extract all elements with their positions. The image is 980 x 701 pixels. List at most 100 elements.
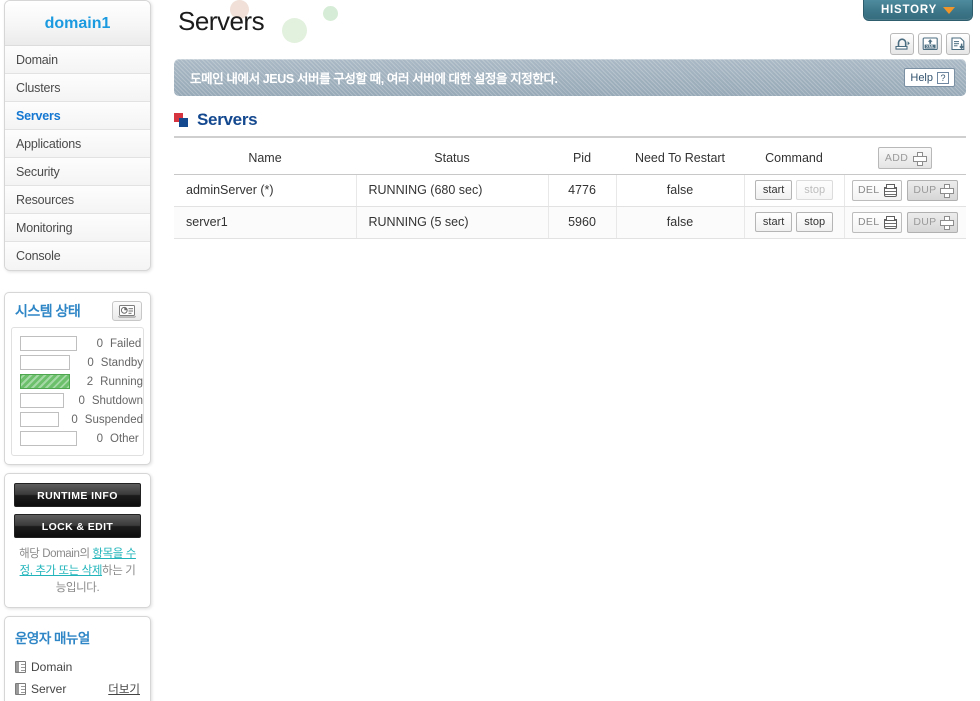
cell-actions: DEL DUP <box>844 174 966 207</box>
status-bar <box>20 412 59 427</box>
sidebar-item-label: Servers <box>16 109 61 123</box>
plus-icon <box>913 151 928 166</box>
nav-list: Domain Clusters Servers Applications Securit… <box>5 46 150 270</box>
cell-actions: DEL DUP <box>844 206 966 239</box>
status-count: 0 <box>78 394 85 407</box>
action-button-group: DEL DUP <box>852 179 959 201</box>
status-bar <box>20 336 77 351</box>
sidebar-item-monitoring[interactable]: Monitoring <box>5 214 150 242</box>
manual-item-server[interactable]: Server 더보기 <box>15 678 140 700</box>
svg-text:XML: XML <box>925 44 934 49</box>
delete-button[interactable]: DEL <box>852 179 903 201</box>
manual-item-label: Server <box>31 682 67 696</box>
status-label: Suspended <box>84 413 143 426</box>
status-row-running: 2 Running <box>12 372 143 391</box>
table-row: adminServer (*) RUNNING (680 sec) 4776 fals… <box>174 174 966 207</box>
table-header-row: Name Status Pid Need To Restart Command … <box>174 142 966 175</box>
status-row-standby: 0 Standby <box>12 353 143 372</box>
cell-status: RUNNING (680 sec) <box>356 174 549 207</box>
status-row-failed: 0 Failed <box>12 334 143 353</box>
status-label: Failed <box>110 337 142 350</box>
status-count: 0 <box>71 413 78 426</box>
status-label: Other <box>110 432 139 445</box>
sidebar-item-label: Resources <box>16 193 74 207</box>
add-button[interactable]: ADD <box>877 146 933 169</box>
sidebar-item-servers[interactable]: Servers <box>5 102 150 130</box>
lock-and-edit-button[interactable]: LOCK & EDIT <box>14 514 141 538</box>
refresh-icon[interactable] <box>890 33 914 55</box>
duplicate-button-label: DUP <box>913 184 937 196</box>
system-status-header: 시스템 상태 <box>5 299 150 327</box>
app-root: domain1 Domain Clusters Servers Application… <box>0 0 980 701</box>
sidebar-item-resources[interactable]: Resources <box>5 186 150 214</box>
domain-title: domain1 <box>5 1 150 46</box>
add-button-label: ADD <box>884 151 909 164</box>
stop-button: stop <box>796 180 834 200</box>
manual-more-link[interactable]: 더보기 <box>108 681 140 697</box>
save-document-icon[interactable] <box>946 33 970 55</box>
sidebar-item-clusters[interactable]: Clusters <box>5 74 150 102</box>
start-button[interactable]: start <box>754 180 793 200</box>
action-description-pre: 해당 Domain의 <box>19 548 93 560</box>
manual-title: 운영자 매뉴얼 <box>15 631 90 646</box>
delete-button-label: DEL <box>858 184 880 196</box>
start-button[interactable]: start <box>754 212 793 232</box>
column-header-name: Name <box>174 142 356 175</box>
status-bar <box>20 431 77 446</box>
help-button[interactable]: Help ? <box>904 68 955 87</box>
sidebar-item-console[interactable]: Console <box>5 242 150 270</box>
column-header-need-to-restart: Need To Restart <box>616 142 744 175</box>
status-count: 2 <box>86 375 94 388</box>
toolbar-icons: XML <box>890 33 970 55</box>
help-label: Help <box>910 71 933 84</box>
document-icon <box>15 683 26 695</box>
column-header-pid: Pid <box>548 142 616 175</box>
column-header-status: Status <box>356 142 548 175</box>
status-count: 0 <box>96 337 103 350</box>
xml-export-icon[interactable]: XML <box>918 33 942 55</box>
system-status-title: 시스템 상태 <box>15 303 81 319</box>
plus-icon <box>940 216 955 230</box>
status-label: Shutdown <box>91 394 143 407</box>
cell-need-to-restart: false <box>616 206 745 239</box>
runtime-info-button[interactable]: RUNTIME INFO <box>14 483 141 507</box>
status-row-other: 0 Other <box>12 429 143 448</box>
cell-command: start stop <box>744 174 845 207</box>
column-header-actions: ADD <box>844 142 966 175</box>
sidebar-item-applications[interactable]: Applications <box>5 130 150 158</box>
cell-server-name: adminServer (*) <box>174 174 357 207</box>
history-button[interactable]: HISTORY <box>863 0 973 21</box>
sidebar-item-security[interactable]: Security <box>5 158 150 186</box>
command-button-group: start stop <box>754 212 834 232</box>
decorative-circle-green-small <box>323 6 338 21</box>
sidebar-item-domain[interactable]: Domain <box>5 46 150 74</box>
navigation-panel: domain1 Domain Clusters Servers Application… <box>4 0 151 271</box>
sidebar-item-label: Security <box>16 165 60 179</box>
cell-need-to-restart: false <box>616 174 745 207</box>
info-banner-text: 도메인 내에서 JEUS 서버를 구성할 때, 여러 서버에 대한 설정을 지정… <box>190 72 558 86</box>
manual-item-label: Domain <box>31 660 73 674</box>
monitor-chart-icon[interactable] <box>112 301 142 321</box>
info-banner: 도메인 내에서 JEUS 서버를 구성할 때, 여러 서버에 대한 설정을 지정… <box>174 59 966 96</box>
status-label: Standby <box>100 356 143 369</box>
status-label: Running <box>100 375 143 388</box>
status-row-suspended: 0 Suspended <box>12 410 143 429</box>
delete-button[interactable]: DEL <box>852 211 903 233</box>
status-bar <box>20 374 70 389</box>
status-count: 0 <box>87 356 94 369</box>
cell-server-name: server1 <box>174 206 357 239</box>
duplicate-button[interactable]: DUP <box>907 211 959 233</box>
sidebar-item-label: Clusters <box>16 81 61 95</box>
command-button-group: start stop <box>754 180 834 200</box>
stop-button[interactable]: stop <box>796 212 834 232</box>
manual-panel: 운영자 매뉴얼 Domain Server 더보기 <box>4 616 151 701</box>
system-status-panel: 시스템 상태 0 Failed 0 Standby 2 Running 0 Shutdown 0… <box>4 292 151 465</box>
main-content: Servers HISTORY XML 도메인 내에서 JEUS 서버를 구성할… <box>160 0 980 701</box>
question-mark-icon: ? <box>937 71 949 84</box>
duplicate-button[interactable]: DUP <box>907 179 959 201</box>
status-row-shutdown: 0 Shutdown <box>12 391 143 410</box>
manual-item-domain[interactable]: Domain <box>15 656 140 678</box>
status-bar <box>20 393 64 408</box>
action-button-group: DEL DUP <box>852 211 959 233</box>
section-title: Servers <box>197 110 258 129</box>
